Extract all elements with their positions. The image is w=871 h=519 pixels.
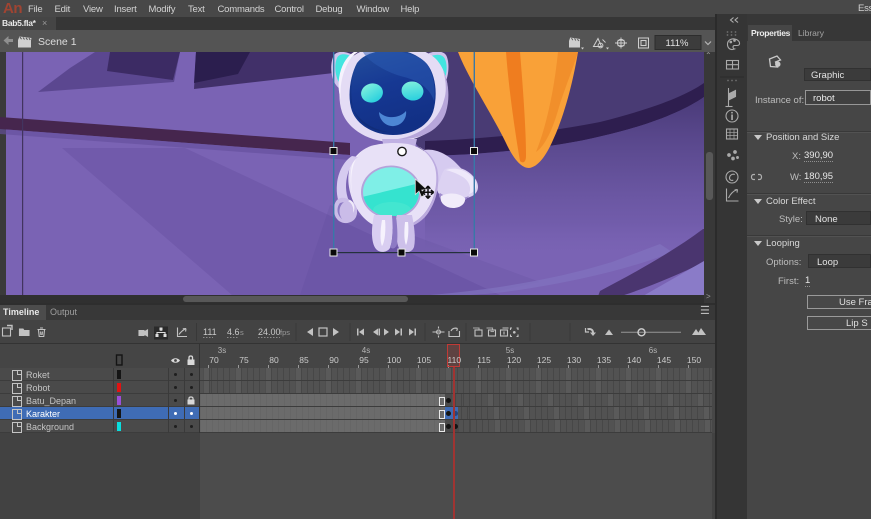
svg-text:120: 120 xyxy=(507,355,521,365)
svg-text:80: 80 xyxy=(269,355,279,365)
svg-text:125: 125 xyxy=(537,355,551,365)
svg-text:100: 100 xyxy=(387,355,401,365)
svg-text:135: 135 xyxy=(597,355,611,365)
svg-text:3s: 3s xyxy=(218,346,226,355)
svg-text:130: 130 xyxy=(567,355,581,365)
svg-text:6s: 6s xyxy=(649,346,657,355)
svg-text:140: 140 xyxy=(627,355,641,365)
svg-text:24.00: 24.00 xyxy=(258,327,281,337)
svg-text:85: 85 xyxy=(299,355,309,365)
svg-text:90: 90 xyxy=(329,355,339,365)
svg-text:145: 145 xyxy=(657,355,671,365)
svg-text:105: 105 xyxy=(417,355,431,365)
svg-text:fps: fps xyxy=(280,328,290,337)
svg-text:150: 150 xyxy=(687,355,701,365)
svg-text:4.6: 4.6 xyxy=(227,327,240,337)
svg-text:s: s xyxy=(240,328,244,337)
svg-text:111: 111 xyxy=(203,327,217,337)
svg-text:5s: 5s xyxy=(506,346,514,355)
svg-text:4s: 4s xyxy=(362,346,370,355)
svg-text:75: 75 xyxy=(239,355,249,365)
svg-text:70: 70 xyxy=(209,355,219,365)
svg-text:111%: 111% xyxy=(666,38,689,49)
svg-text:95: 95 xyxy=(359,355,369,365)
svg-text:115: 115 xyxy=(477,355,491,365)
